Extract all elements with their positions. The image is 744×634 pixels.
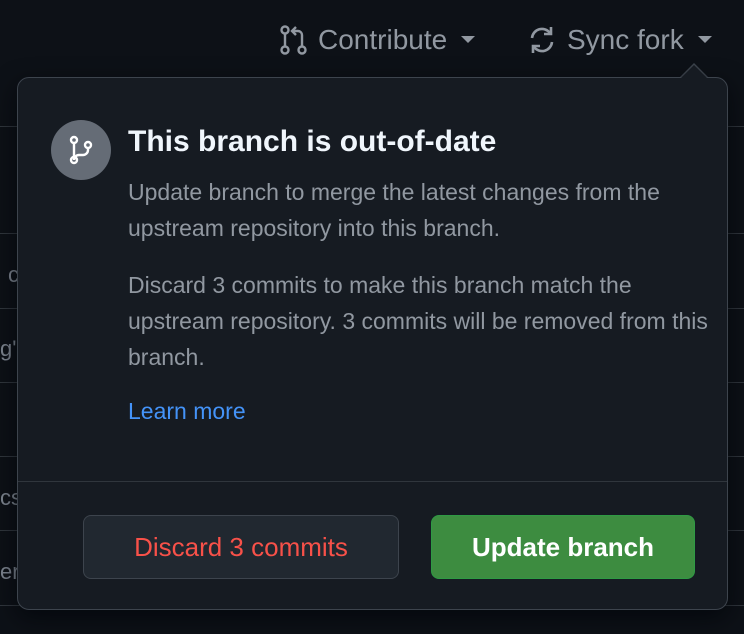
popover-divider <box>18 481 727 482</box>
git-pull-request-icon <box>280 25 308 55</box>
sync-icon <box>527 25 557 55</box>
caret-down-icon <box>461 36 476 44</box>
learn-more-link[interactable]: Learn more <box>128 398 246 425</box>
sync-fork-label: Sync fork <box>567 24 684 55</box>
discard-description: Discard 3 commits to make this branch ma… <box>128 272 708 370</box>
popover-arrow-inner <box>680 65 708 79</box>
page: c g' cs er Contribute Sync fork This bra… <box>0 0 744 634</box>
sync-fork-button[interactable]: Sync fork <box>527 20 712 60</box>
caret-down-icon <box>697 36 712 44</box>
popover-title: This branch is out-of-date <box>128 125 497 158</box>
sync-fork-popover: This branch is out-of-date Update branch… <box>17 77 728 610</box>
update-branch-button[interactable]: Update branch <box>431 515 695 579</box>
contribute-label: Contribute <box>318 24 448 55</box>
git-branch-icon <box>51 120 111 180</box>
contribute-button[interactable]: Contribute <box>280 20 476 60</box>
discard-commits-button[interactable]: Discard 3 commits <box>83 515 399 579</box>
update-description: Update branch to merge the latest change… <box>128 179 660 241</box>
